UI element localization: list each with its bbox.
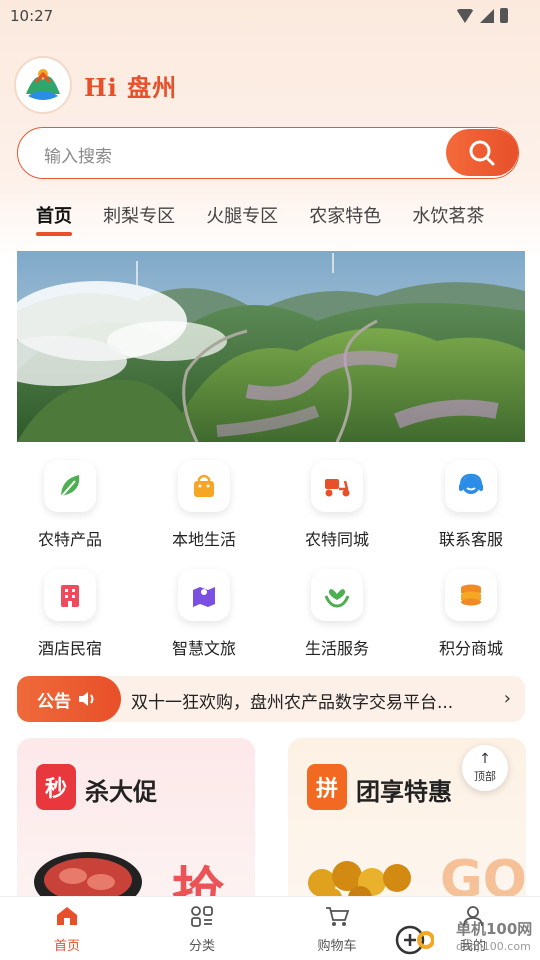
announcement-bar[interactable]: 公告 双十一狂欢购，盘州农产品数字交易平台... › [17, 676, 525, 722]
app-header: Hi 盘州 [14, 56, 177, 114]
menu-label: 农特产品 [37, 530, 102, 549]
tab-ham[interactable]: 火腿专区 [206, 202, 278, 228]
category-tabs: 首页 刺梨专区 火腿专区 农家特色 水饮茗茶 [36, 202, 540, 242]
back-to-top-button[interactable]: ↑ 顶部 [462, 745, 508, 791]
leaf-icon [44, 460, 96, 512]
arrow-up-icon: ↑ [479, 751, 491, 767]
announcement-text: 双十一狂欢购，盘州农产品数字交易平台... [131, 693, 454, 713]
menu-item-points-mall[interactable]: 积分商城 [416, 569, 526, 659]
search-placeholder[interactable]: 输入搜索 [44, 142, 112, 167]
site-watermark: 单机100网 danji100.com [394, 920, 540, 960]
tab-drinks-tea[interactable]: 水饮茗茶 [412, 202, 484, 228]
menu-item-hotel[interactable]: 酒店民宿 [15, 569, 125, 659]
nav-category[interactable]: 分类 [162, 905, 242, 954]
menu-label: 本地生活 [171, 530, 236, 549]
battery-icon [500, 8, 508, 23]
search-bar[interactable]: 输入搜索 [17, 127, 519, 179]
nav-label: 分类 [188, 939, 215, 954]
menu-item-local-life[interactable]: 本地生活 [149, 460, 259, 550]
search-icon [469, 140, 495, 165]
menu-label: 积分商城 [438, 639, 503, 658]
coins-icon [445, 569, 497, 621]
banner-image[interactable] [17, 251, 525, 442]
signal-icon [480, 8, 494, 23]
announcement-tag-label: 公告 [37, 691, 71, 712]
watermark-text: 单机100网 [456, 920, 533, 938]
watermark-subtext: danji100.com [456, 940, 531, 953]
chevron-right-icon: › [503, 688, 511, 709]
map-pin-icon [178, 569, 230, 621]
flash-sale-badge: 秒 [36, 764, 76, 810]
menu-label: 酒店民宿 [37, 639, 102, 658]
menu-item-smart-tourism[interactable]: 智慧文旅 [149, 569, 259, 659]
group-buy-badge: 拼 [307, 764, 347, 810]
heart-hands-icon [311, 569, 363, 621]
flash-sale-card[interactable]: 秒 杀大促 抢 [17, 738, 255, 908]
headset-icon [445, 460, 497, 512]
watermark-logo-icon [395, 925, 434, 955]
menu-item-farm-products[interactable]: 农特产品 [15, 460, 125, 550]
announcement-tag: 公告 [17, 676, 121, 722]
menu-label: 农特同城 [304, 530, 369, 549]
nav-cart[interactable]: 购物车 [297, 905, 377, 954]
greeting-title: Hi 盘州 [84, 72, 178, 102]
hotel-icon [44, 569, 96, 621]
menu-item-life-services[interactable]: 生活服务 [282, 569, 392, 659]
nav-home[interactable]: 首页 [27, 905, 107, 954]
menu-item-same-city[interactable]: 农特同城 [282, 460, 392, 550]
status-bar: 10:27 [0, 0, 540, 32]
nav-label: 购物车 [317, 939, 357, 954]
app-logo [14, 56, 72, 114]
status-icons [456, 8, 508, 23]
menu-item-customer-service[interactable]: 联系客服 [416, 460, 526, 550]
delivery-scooter-icon [311, 460, 363, 512]
tab-farm-specialty[interactable]: 农家特色 [309, 202, 381, 228]
status-time: 10:27 [10, 7, 54, 25]
home-icon [57, 907, 77, 925]
shopping-bag-icon [178, 460, 230, 512]
menu-label: 联系客服 [438, 530, 503, 549]
flash-sale-title: 杀大促 [85, 778, 157, 806]
search-button[interactable] [446, 129, 518, 176]
menu-label: 生活服务 [304, 639, 369, 658]
speaker-icon [79, 692, 94, 706]
group-buy-title: 团享特惠 [356, 778, 452, 806]
wifi-icon [456, 8, 474, 23]
menu-label: 智慧文旅 [171, 639, 236, 658]
tab-ciliz[interactable]: 刺梨专区 [103, 202, 175, 228]
back-to-top-label: 顶部 [474, 770, 496, 783]
cart-icon [326, 907, 350, 926]
nav-label: 首页 [53, 939, 80, 954]
category-icon [191, 906, 213, 927]
tab-home[interactable]: 首页 [36, 202, 72, 236]
